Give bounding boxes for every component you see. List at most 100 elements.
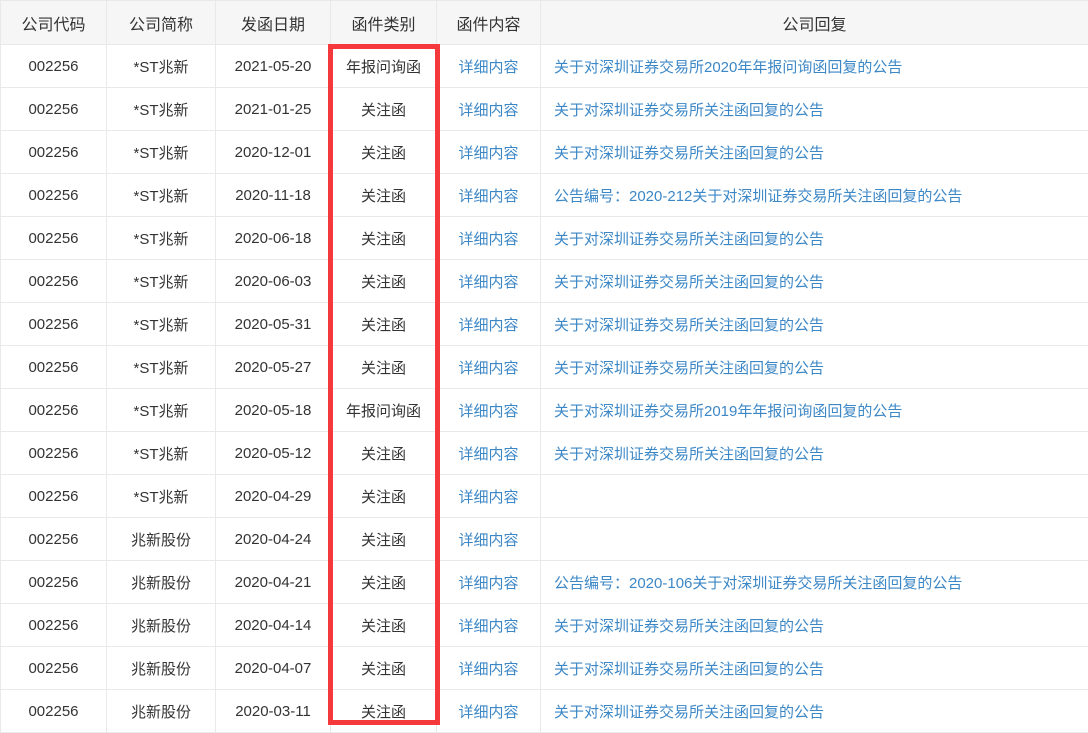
company-code-cell: 002256 — [1, 131, 107, 174]
company-reply-link[interactable]: 关于对深圳证券交易所关注函回复的公告 — [554, 231, 824, 248]
company-code-cell: 002256 — [1, 604, 107, 647]
table-row: 002256 兆新股份 2020-04-07 关注函 详细内容 关于对深圳证券交… — [1, 647, 1088, 690]
company-reply-link[interactable]: 关于对深圳证券交易所关注函回复的公告 — [554, 145, 824, 162]
company-code-cell: 002256 — [1, 45, 107, 88]
company-name-cell: *ST兆新 — [107, 346, 216, 389]
column-header-company-code: 公司代码 — [1, 1, 107, 45]
company-reply-cell: 关于对深圳证券交易所关注函回复的公告 — [541, 690, 1088, 733]
company-code-cell: 002256 — [1, 561, 107, 604]
letter-date-cell: 2020-05-12 — [216, 432, 331, 475]
letter-category-cell: 关注函 — [331, 604, 437, 647]
header-row: 公司代码 公司简称 发函日期 函件类别 函件内容 公司回复 — [1, 1, 1088, 45]
table-row: 002256 *ST兆新 2020-05-12 关注函 详细内容 关于对深圳证券… — [1, 432, 1088, 475]
company-name-cell: 兆新股份 — [107, 690, 216, 733]
letter-content-cell: 详细内容 — [437, 217, 541, 260]
company-name-cell: *ST兆新 — [107, 174, 216, 217]
detail-content-link[interactable]: 详细内容 — [458, 403, 518, 420]
letter-content-cell: 详细内容 — [437, 174, 541, 217]
company-name-cell: *ST兆新 — [107, 260, 216, 303]
table-row: 002256 兆新股份 2020-04-14 关注函 详细内容 关于对深圳证券交… — [1, 604, 1088, 647]
detail-content-link[interactable]: 详细内容 — [458, 188, 518, 205]
company-reply-cell — [541, 518, 1088, 561]
company-code-cell: 002256 — [1, 260, 107, 303]
table-row: 002256 *ST兆新 2020-06-03 关注函 详细内容 关于对深圳证券… — [1, 260, 1088, 303]
letter-content-cell: 详细内容 — [437, 518, 541, 561]
letter-date-cell: 2020-05-31 — [216, 303, 331, 346]
detail-content-link[interactable]: 详细内容 — [458, 360, 518, 377]
company-reply-cell: 关于对深圳证券交易所关注函回复的公告 — [541, 346, 1088, 389]
company-reply-cell: 关于对深圳证券交易所关注函回复的公告 — [541, 604, 1088, 647]
company-reply-cell: 关于对深圳证券交易所2020年年报问询函回复的公告 — [541, 45, 1088, 88]
company-name-cell: *ST兆新 — [107, 45, 216, 88]
company-name-cell: *ST兆新 — [107, 131, 216, 174]
detail-content-link[interactable]: 详细内容 — [458, 661, 518, 678]
company-reply-link[interactable]: 关于对深圳证券交易所2019年年报问询函回复的公告 — [554, 403, 902, 420]
company-code-cell: 002256 — [1, 690, 107, 733]
company-name-cell: 兆新股份 — [107, 647, 216, 690]
table-row: 002256 兆新股份 2020-04-24 关注函 详细内容 — [1, 518, 1088, 561]
company-reply-link[interactable]: 关于对深圳证券交易所关注函回复的公告 — [554, 446, 824, 463]
company-name-cell: *ST兆新 — [107, 389, 216, 432]
letter-category-cell: 关注函 — [331, 88, 437, 131]
detail-content-link[interactable]: 详细内容 — [458, 704, 518, 721]
table-row: 002256 *ST兆新 2020-04-29 关注函 详细内容 — [1, 475, 1088, 518]
detail-content-link[interactable]: 详细内容 — [458, 317, 518, 334]
company-reply-link[interactable]: 关于对深圳证券交易所关注函回复的公告 — [554, 274, 824, 291]
table-row: 002256 兆新股份 2020-03-11 关注函 详细内容 关于对深圳证券交… — [1, 690, 1088, 733]
company-reply-link[interactable]: 公告编号：2020-212关于对深圳证券交易所关注函回复的公告 — [554, 188, 962, 205]
detail-content-link[interactable]: 详细内容 — [458, 59, 518, 76]
letter-date-cell: 2020-04-29 — [216, 475, 331, 518]
table-row: 002256 *ST兆新 2021-01-25 关注函 详细内容 关于对深圳证券… — [1, 88, 1088, 131]
letter-date-cell: 2020-03-11 — [216, 690, 331, 733]
company-code-cell: 002256 — [1, 303, 107, 346]
company-reply-link[interactable]: 关于对深圳证券交易所关注函回复的公告 — [554, 704, 824, 721]
letter-category-cell: 关注函 — [331, 260, 437, 303]
company-name-cell: 兆新股份 — [107, 518, 216, 561]
company-reply-link[interactable]: 关于对深圳证券交易所关注函回复的公告 — [554, 317, 824, 334]
detail-content-link[interactable]: 详细内容 — [458, 446, 518, 463]
letter-category-cell: 年报问询函 — [331, 389, 437, 432]
company-reply-link[interactable]: 关于对深圳证券交易所关注函回复的公告 — [554, 661, 824, 678]
detail-content-link[interactable]: 详细内容 — [458, 489, 518, 506]
company-reply-cell: 关于对深圳证券交易所关注函回复的公告 — [541, 432, 1088, 475]
company-reply-link[interactable]: 关于对深圳证券交易所关注函回复的公告 — [554, 102, 824, 119]
company-reply-link[interactable]: 关于对深圳证券交易所2020年年报问询函回复的公告 — [554, 59, 902, 76]
letter-content-cell: 详细内容 — [437, 88, 541, 131]
letter-category-cell: 关注函 — [331, 217, 437, 260]
company-reply-link[interactable]: 公告编号：2020-106关于对深圳证券交易所关注函回复的公告 — [554, 575, 962, 592]
letter-content-cell: 详细内容 — [437, 432, 541, 475]
company-reply-link[interactable]: 关于对深圳证券交易所关注函回复的公告 — [554, 360, 824, 377]
detail-content-link[interactable]: 详细内容 — [458, 145, 518, 162]
letter-category-cell: 关注函 — [331, 561, 437, 604]
letter-category-cell: 关注函 — [331, 690, 437, 733]
table-row: 002256 *ST兆新 2021-05-20 年报问询函 详细内容 关于对深圳… — [1, 45, 1088, 88]
table-row: 002256 *ST兆新 2020-05-18 年报问询函 详细内容 关于对深圳… — [1, 389, 1088, 432]
company-code-cell: 002256 — [1, 432, 107, 475]
column-header-company-name: 公司简称 — [107, 1, 216, 45]
table-row: 002256 *ST兆新 2020-11-18 关注函 详细内容 公告编号：20… — [1, 174, 1088, 217]
letter-date-cell: 2020-04-21 — [216, 561, 331, 604]
company-reply-cell: 关于对深圳证券交易所关注函回复的公告 — [541, 131, 1088, 174]
detail-content-link[interactable]: 详细内容 — [458, 274, 518, 291]
table-row: 002256 *ST兆新 2020-12-01 关注函 详细内容 关于对深圳证券… — [1, 131, 1088, 174]
company-reply-cell: 关于对深圳证券交易所关注函回复的公告 — [541, 217, 1088, 260]
column-header-company-reply: 公司回复 — [541, 1, 1088, 45]
detail-content-link[interactable]: 详细内容 — [458, 575, 518, 592]
detail-content-link[interactable]: 详细内容 — [458, 102, 518, 119]
letter-date-cell: 2021-05-20 — [216, 45, 331, 88]
detail-content-link[interactable]: 详细内容 — [458, 231, 518, 248]
letter-content-cell: 详细内容 — [437, 690, 541, 733]
company-code-cell: 002256 — [1, 174, 107, 217]
company-reply-link[interactable]: 关于对深圳证券交易所关注函回复的公告 — [554, 618, 824, 635]
table-row: 002256 *ST兆新 2020-05-31 关注函 详细内容 关于对深圳证券… — [1, 303, 1088, 346]
company-code-cell: 002256 — [1, 475, 107, 518]
company-reply-cell: 关于对深圳证券交易所关注函回复的公告 — [541, 260, 1088, 303]
detail-content-link[interactable]: 详细内容 — [458, 532, 518, 549]
company-name-cell: *ST兆新 — [107, 432, 216, 475]
company-name-cell: 兆新股份 — [107, 604, 216, 647]
column-header-letter-date: 发函日期 — [216, 1, 331, 45]
company-name-cell: *ST兆新 — [107, 303, 216, 346]
detail-content-link[interactable]: 详细内容 — [458, 618, 518, 635]
letter-content-cell: 详细内容 — [437, 45, 541, 88]
letter-content-cell: 详细内容 — [437, 303, 541, 346]
